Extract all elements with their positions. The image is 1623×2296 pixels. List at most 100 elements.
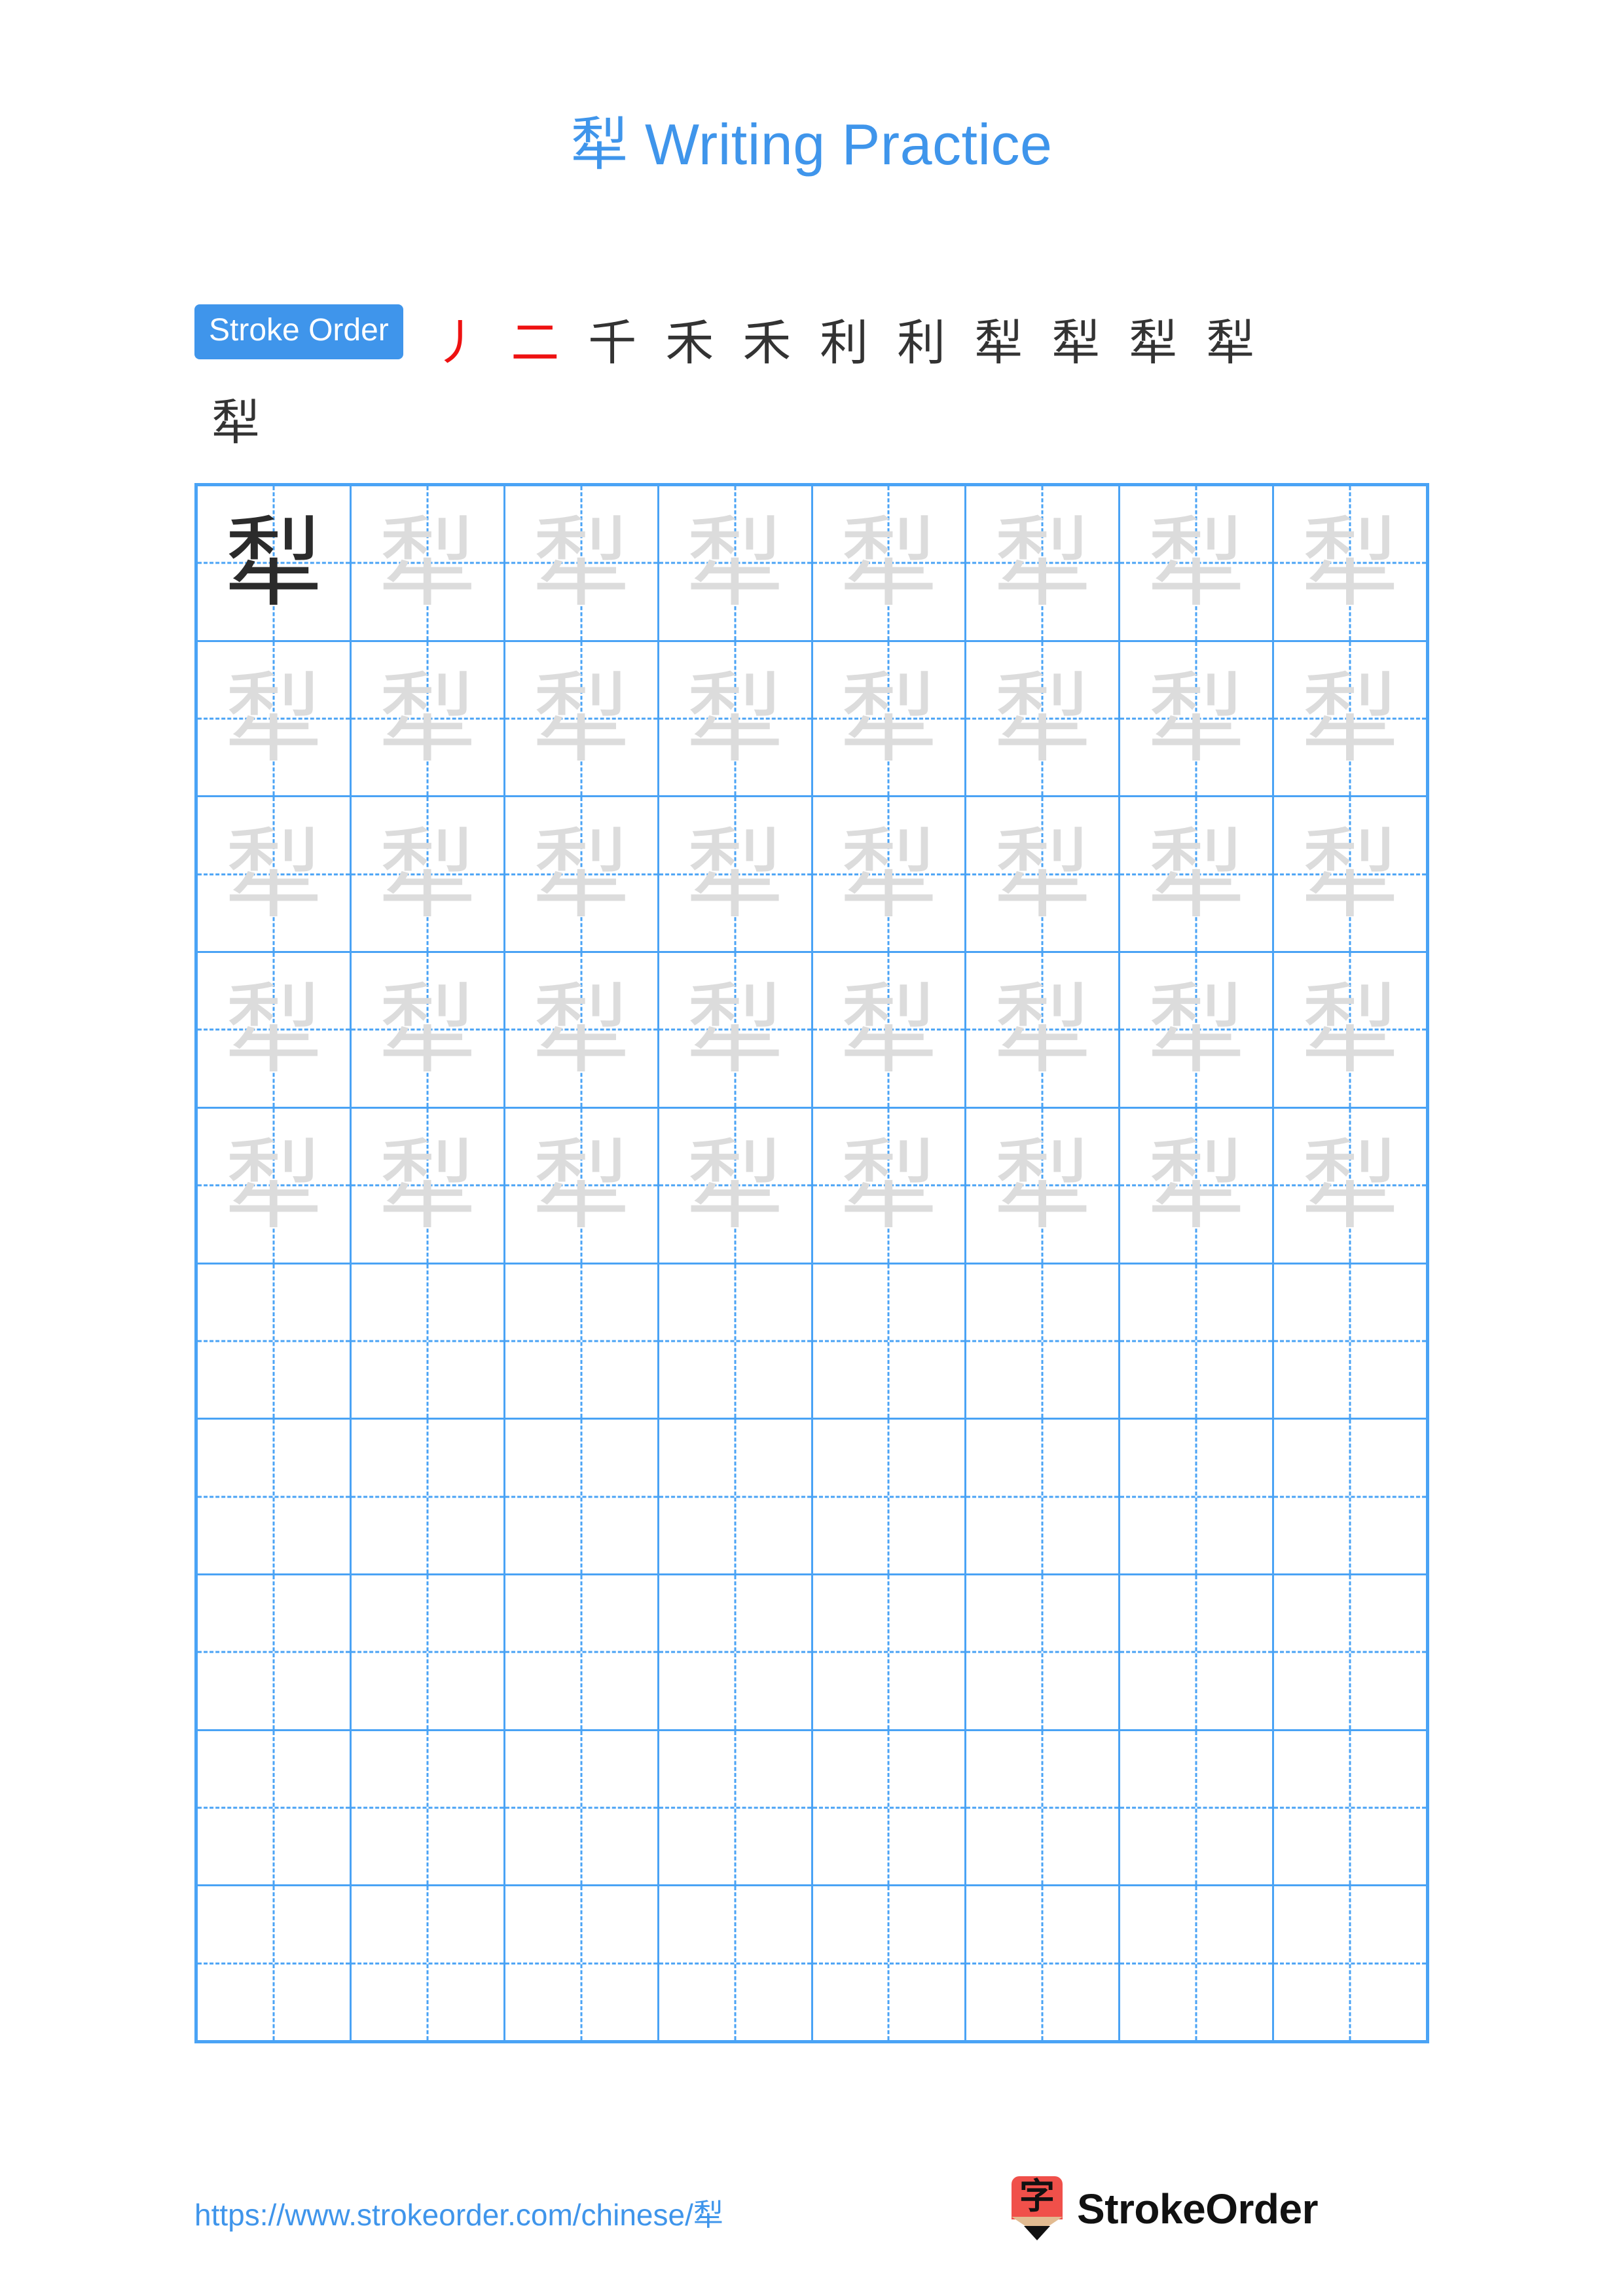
stroke-step-glyph: 丿 xyxy=(433,315,483,370)
practice-cell-r8-c6[interactable] xyxy=(966,1575,1121,1729)
practice-cell-r6-c2[interactable] xyxy=(352,1264,505,1418)
practice-cell-r9-c3[interactable] xyxy=(505,1731,659,1885)
practice-cell-r1-c3[interactable]: 犁 xyxy=(505,486,659,640)
practice-cell-r1-c8[interactable]: 犁 xyxy=(1274,486,1426,640)
practice-cell-r5-c8[interactable]: 犁 xyxy=(1274,1109,1426,1263)
trace-character: 犁 xyxy=(224,664,323,774)
practice-cell-r9-c8[interactable] xyxy=(1274,1731,1426,1885)
practice-cell-r1-c4[interactable]: 犁 xyxy=(659,486,813,640)
practice-cell-r3-c6[interactable]: 犁 xyxy=(966,797,1121,952)
practice-cell-r1-c7[interactable]: 犁 xyxy=(1120,486,1275,640)
practice-cell-r7-c4[interactable] xyxy=(659,1420,813,1573)
practice-cell-r6-c5[interactable] xyxy=(813,1264,967,1418)
practice-cell-r7-c3[interactable] xyxy=(505,1420,659,1573)
practice-cell-r2-c8[interactable]: 犁 xyxy=(1274,642,1426,796)
practice-cell-r10-c4[interactable] xyxy=(659,1886,813,2041)
practice-cell-r4-c4[interactable]: 犁 xyxy=(659,953,813,1107)
practice-cell-r4-c2[interactable]: 犁 xyxy=(352,953,505,1107)
practice-cell-r3-c3[interactable]: 犁 xyxy=(505,797,659,952)
practice-cell-r6-c7[interactable] xyxy=(1120,1264,1275,1418)
stroke-step-6: 利 xyxy=(805,304,883,382)
stroke-step-9: 犁 xyxy=(1037,304,1114,382)
practice-cell-r8-c8[interactable] xyxy=(1274,1575,1426,1729)
trace-character: 犁 xyxy=(378,1130,477,1241)
trace-character: 犁 xyxy=(993,508,1092,619)
practice-cell-r4-c1[interactable]: 犁 xyxy=(198,953,352,1107)
trace-character: 犁 xyxy=(532,1130,630,1241)
practice-cell-r4-c3[interactable]: 犁 xyxy=(505,953,659,1107)
practice-cell-r7-c1[interactable] xyxy=(198,1420,352,1573)
practice-cell-r9-c7[interactable] xyxy=(1120,1731,1275,1885)
footer-brand[interactable]: 字 StrokeOrder xyxy=(1012,2173,1318,2245)
practice-cell-r7-c7[interactable] xyxy=(1120,1420,1275,1573)
trace-character: 犁 xyxy=(1301,819,1400,929)
practice-cell-r8-c5[interactable] xyxy=(813,1575,967,1729)
practice-cell-r6-c8[interactable] xyxy=(1274,1265,1426,1418)
stroke-step-glyph: 犁 xyxy=(211,395,260,450)
practice-cell-r8-c3[interactable] xyxy=(505,1575,659,1729)
practice-cell-r10-c3[interactable] xyxy=(505,1886,659,2041)
practice-cell-r6-c4[interactable] xyxy=(659,1264,813,1418)
practice-cell-r8-c1[interactable] xyxy=(198,1575,352,1729)
practice-cell-r4-c5[interactable]: 犁 xyxy=(813,953,967,1107)
pencil-logo-icon: 字 xyxy=(1012,2176,1063,2242)
practice-cell-r10-c7[interactable] xyxy=(1120,1886,1275,2041)
practice-cell-r9-c5[interactable] xyxy=(813,1731,967,1885)
practice-grid-row xyxy=(198,1886,1426,2041)
practice-cell-r1-c6[interactable]: 犁 xyxy=(966,486,1121,640)
practice-cell-r9-c4[interactable] xyxy=(659,1731,813,1885)
practice-cell-r9-c1[interactable] xyxy=(198,1731,352,1885)
practice-cell-r2-c6[interactable]: 犁 xyxy=(966,641,1121,796)
practice-cell-r5-c3[interactable]: 犁 xyxy=(505,1108,659,1263)
practice-cell-r8-c7[interactable] xyxy=(1120,1575,1275,1729)
practice-cell-r6-c3[interactable] xyxy=(505,1264,659,1418)
practice-cell-r10-c6[interactable] xyxy=(966,1886,1121,2041)
practice-cell-r1-c5[interactable]: 犁 xyxy=(813,486,967,640)
practice-cell-r3-c5[interactable]: 犁 xyxy=(813,797,967,952)
practice-cell-r2-c3[interactable]: 犁 xyxy=(505,641,659,796)
practice-cell-r2-c1[interactable]: 犁 xyxy=(198,641,352,796)
practice-cell-r10-c1[interactable] xyxy=(198,1886,352,2041)
practice-cell-r9-c6[interactable] xyxy=(966,1731,1121,1885)
practice-cell-r5-c7[interactable]: 犁 xyxy=(1120,1108,1275,1263)
trace-character: 犁 xyxy=(993,664,1092,774)
practice-cell-r7-c5[interactable] xyxy=(813,1420,967,1573)
practice-cell-r5-c6[interactable]: 犁 xyxy=(966,1108,1121,1263)
practice-cell-r4-c8[interactable]: 犁 xyxy=(1274,953,1426,1107)
practice-cell-r1-c1[interactable]: 犁 xyxy=(198,486,352,640)
practice-cell-r6-c6[interactable] xyxy=(966,1264,1121,1418)
practice-cell-r3-c7[interactable]: 犁 xyxy=(1120,797,1275,952)
practice-cell-r5-c4[interactable]: 犁 xyxy=(659,1108,813,1263)
practice-cell-r1-c2[interactable]: 犁 xyxy=(352,486,505,640)
practice-cell-r2-c4[interactable]: 犁 xyxy=(659,641,813,796)
trace-character: 犁 xyxy=(839,508,938,619)
practice-cell-r8-c4[interactable] xyxy=(659,1575,813,1729)
practice-grid-row xyxy=(198,1264,1426,1420)
practice-cell-r7-c8[interactable] xyxy=(1274,1420,1426,1573)
practice-cell-r9-c2[interactable] xyxy=(352,1731,505,1885)
practice-cell-r2-c2[interactable]: 犁 xyxy=(352,641,505,796)
practice-cell-r10-c5[interactable] xyxy=(813,1886,967,2041)
practice-cell-r5-c5[interactable]: 犁 xyxy=(813,1108,967,1263)
practice-cell-r6-c1[interactable] xyxy=(198,1264,352,1418)
practice-cell-r7-c2[interactable] xyxy=(352,1420,505,1573)
practice-cell-r3-c4[interactable]: 犁 xyxy=(659,797,813,952)
practice-cell-r2-c5[interactable]: 犁 xyxy=(813,641,967,796)
practice-cell-r8-c2[interactable] xyxy=(352,1575,505,1729)
trace-character: 犁 xyxy=(839,1130,938,1241)
practice-cell-r10-c2[interactable] xyxy=(352,1886,505,2041)
practice-cell-r3-c1[interactable]: 犁 xyxy=(198,797,352,952)
practice-cell-r3-c2[interactable]: 犁 xyxy=(352,797,505,952)
practice-cell-r4-c7[interactable]: 犁 xyxy=(1120,953,1275,1107)
practice-cell-r4-c6[interactable]: 犁 xyxy=(966,953,1121,1107)
practice-cell-r2-c7[interactable]: 犁 xyxy=(1120,641,1275,796)
practice-cell-r5-c2[interactable]: 犁 xyxy=(352,1108,505,1263)
practice-cell-r3-c8[interactable]: 犁 xyxy=(1274,797,1426,951)
trace-character: 犁 xyxy=(224,819,323,929)
pencil-tip-shape xyxy=(1024,2226,1050,2240)
footer-url-link[interactable]: https://www.strokeorder.com/chinese/犁 xyxy=(194,2191,723,2234)
practice-cell-r7-c6[interactable] xyxy=(966,1420,1121,1573)
practice-grid-row: 犁犁犁犁犁犁犁犁 xyxy=(198,797,1426,954)
practice-cell-r5-c1[interactable]: 犁 xyxy=(198,1108,352,1263)
practice-cell-r10-c8[interactable] xyxy=(1274,1886,1426,2040)
